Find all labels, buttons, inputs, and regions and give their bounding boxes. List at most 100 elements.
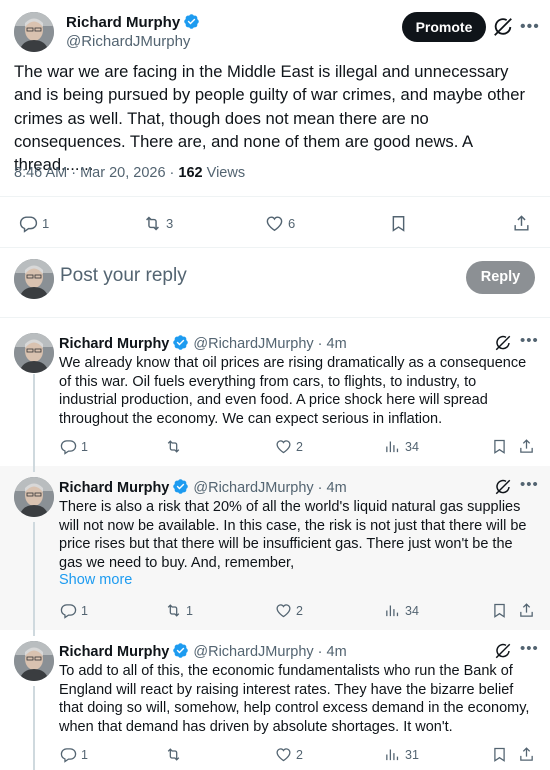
bookmark-icon <box>491 602 508 619</box>
reply-count: 1 <box>42 216 50 231</box>
views-icon <box>384 746 401 763</box>
repost-icon <box>165 438 182 455</box>
bookmark-action[interactable] <box>491 438 508 455</box>
repost-action[interactable]: 1 <box>165 602 193 619</box>
verified-badge-icon <box>172 478 189 495</box>
more-options-icon[interactable]: ••• <box>520 332 539 349</box>
repost-icon <box>165 746 182 763</box>
avatar[interactable] <box>14 333 54 373</box>
repost-count: 3 <box>166 216 174 231</box>
grok-icon[interactable] <box>494 642 512 660</box>
handle-time[interactable]: @RichardJMurphy · 4m <box>193 480 346 496</box>
share-action[interactable] <box>512 214 531 233</box>
like-count: 2 <box>296 747 303 762</box>
promote-button[interactable]: Promote <box>402 12 486 42</box>
divider <box>0 196 550 197</box>
reply-count: 1 <box>81 439 88 454</box>
reply-input[interactable]: Post your reply <box>60 265 187 287</box>
reply-text: There is also a risk that 20% of all the… <box>59 499 527 571</box>
reply-actions: 1 1 2 34 <box>0 602 550 622</box>
repost-action[interactable] <box>165 746 186 763</box>
like-icon <box>265 214 284 233</box>
thread-reply[interactable]: Richard Murphy @RichardJMurphy · 4m ••• W… <box>0 318 550 466</box>
author-name[interactable]: Richard Murphy <box>59 480 169 496</box>
bookmark-action[interactable] <box>491 746 508 763</box>
repost-icon <box>165 602 182 619</box>
avatar[interactable] <box>14 12 54 52</box>
more-options-icon[interactable]: ••• <box>520 16 542 38</box>
reply-icon <box>19 214 38 233</box>
reply-action[interactable]: 1 <box>19 214 49 233</box>
reply-text: To add to all of this, the economic fund… <box>59 663 530 735</box>
views-count: 34 <box>405 603 419 618</box>
share-icon <box>518 746 535 763</box>
thread-connector <box>33 466 35 472</box>
like-icon <box>275 602 292 619</box>
like-action[interactable]: 2 <box>275 438 303 455</box>
composer-avatar <box>14 259 54 299</box>
like-icon <box>275 438 292 455</box>
thread-reply[interactable]: Richard Murphy @RichardJMurphy · 4m ••• T… <box>0 630 550 770</box>
author-name[interactable]: Richard Murphy <box>59 336 169 352</box>
views-label: Views <box>202 165 246 181</box>
reply-action[interactable]: 1 <box>60 438 88 455</box>
views-action[interactable]: 34 <box>384 602 419 619</box>
avatar[interactable] <box>14 641 54 681</box>
repost-action[interactable] <box>165 438 186 455</box>
handle-time[interactable]: @RichardJMurphy · 4m <box>193 644 346 660</box>
handle-time[interactable]: @RichardJMurphy · 4m <box>193 336 346 352</box>
repost-count: 1 <box>186 603 193 618</box>
author-name[interactable]: Richard Murphy <box>59 644 169 660</box>
verified-badge-icon <box>183 13 200 30</box>
divider <box>0 247 550 248</box>
like-count: 6 <box>288 216 296 231</box>
grok-icon[interactable] <box>494 478 512 496</box>
thread-connector <box>33 630 35 636</box>
views-action[interactable]: 34 <box>384 438 419 455</box>
reply-count: 1 <box>81 747 88 762</box>
repost-action[interactable]: 3 <box>143 214 173 233</box>
reply-header: Richard Murphy @RichardJMurphy · 4m <box>59 642 347 661</box>
views-action[interactable]: 31 <box>384 746 419 763</box>
reply-icon <box>60 602 77 619</box>
more-options-icon[interactable]: ••• <box>520 640 539 657</box>
like-icon <box>275 746 292 763</box>
reply-count: 1 <box>81 603 88 618</box>
author-name[interactable]: Richard Murphy <box>66 14 180 31</box>
views-icon <box>384 602 401 619</box>
share-action[interactable] <box>518 746 535 763</box>
like-action[interactable]: 6 <box>265 214 295 233</box>
more-options-icon[interactable]: ••• <box>520 476 539 493</box>
tweet-meta: 8:46 AM · Mar 20, 2026 · 162 Views <box>14 165 245 181</box>
like-count: 2 <box>296 603 303 618</box>
repost-icon <box>143 214 162 233</box>
like-action[interactable]: 2 <box>275 746 303 763</box>
show-more-link[interactable]: Show more <box>59 572 132 588</box>
thread-reply[interactable]: Richard Murphy @RichardJMurphy · 4m ••• T… <box>0 466 550 630</box>
bookmark-icon <box>491 746 508 763</box>
author-name-row[interactable]: Richard Murphy <box>66 13 200 32</box>
bookmark-action[interactable] <box>389 214 408 233</box>
tweet-time[interactable]: 8:46 AM · Mar 20, 2026 · <box>14 165 178 181</box>
author-handle[interactable]: @RichardJMurphy <box>66 32 200 52</box>
reply-header: Richard Murphy @RichardJMurphy · 4m <box>59 478 347 497</box>
views-icon <box>384 438 401 455</box>
reply-action[interactable]: 1 <box>60 746 88 763</box>
reply-text: We already know that oil prices are risi… <box>59 355 527 427</box>
share-action[interactable] <box>518 602 535 619</box>
main-tweet-header: Richard Murphy @RichardJMurphy <box>14 12 200 52</box>
avatar[interactable] <box>14 477 54 517</box>
bookmark-action[interactable] <box>491 602 508 619</box>
grok-icon[interactable] <box>492 16 514 38</box>
reply-button[interactable]: Reply <box>466 261 535 294</box>
bookmark-icon <box>491 438 508 455</box>
grok-icon[interactable] <box>494 334 512 352</box>
verified-badge-icon <box>172 642 189 659</box>
share-icon <box>518 602 535 619</box>
reply-action[interactable]: 1 <box>60 602 88 619</box>
views-count: 34 <box>405 439 419 454</box>
reply-icon <box>60 746 77 763</box>
share-action[interactable] <box>518 438 535 455</box>
reply-actions: 1 2 34 <box>0 438 550 458</box>
like-action[interactable]: 2 <box>275 602 303 619</box>
